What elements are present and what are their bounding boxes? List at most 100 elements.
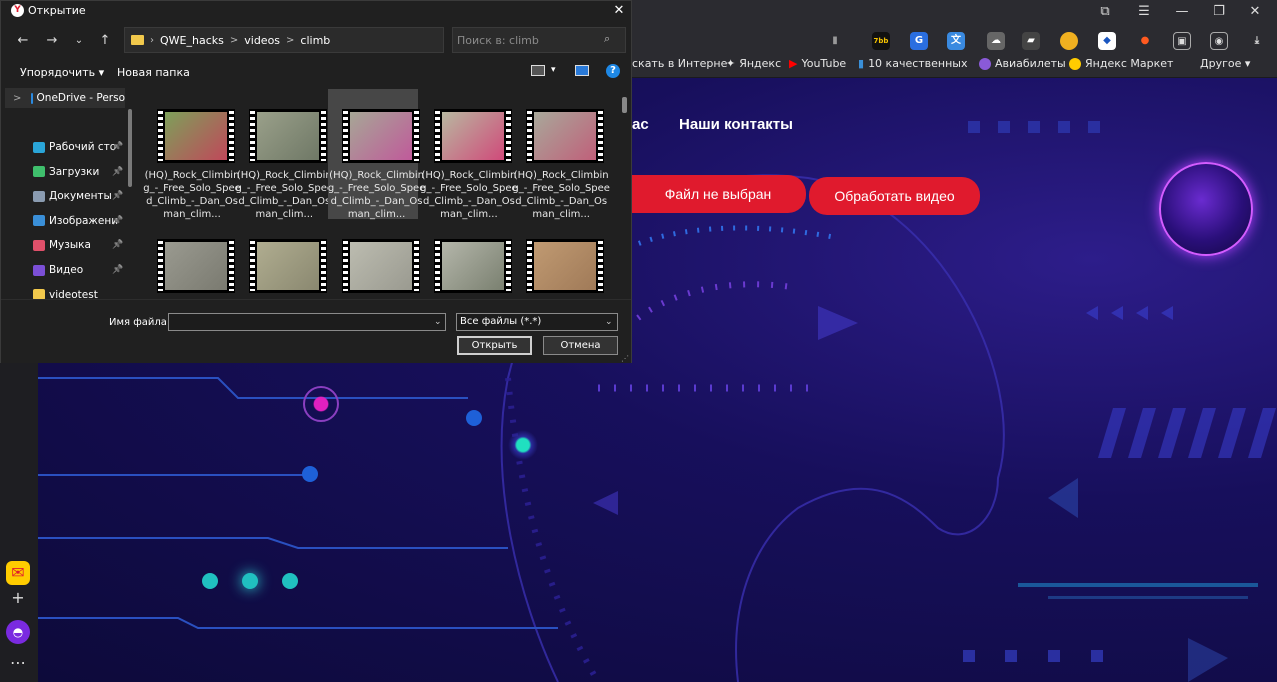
file-name: (HQ)_Rock_Climbing_-_Free_Solo_Speed_Cli…: [512, 170, 610, 220]
node-teal-1: [202, 573, 218, 589]
nav-link-contacts[interactable]: Наши контакты: [679, 116, 793, 133]
cancel-button[interactable]: Отмена: [543, 336, 618, 355]
breadcrumb-climb[interactable]: climb: [300, 34, 330, 47]
thumbnail-image: [349, 112, 412, 160]
breadcrumb-separator: >: [229, 34, 239, 46]
resize-grip-icon[interactable]: ⋰: [621, 354, 629, 363]
brand-orb-logo: [1159, 162, 1253, 256]
bookmark-yandex-market[interactable]: Яндекс Маркет: [1069, 57, 1173, 70]
file-item[interactable]: [328, 219, 420, 299]
breadcrumb-qwe-hacks[interactable]: QWE_hacks: [160, 34, 224, 47]
bookmark-youtube[interactable]: ▶ YouTube: [789, 57, 846, 70]
breadcrumb-videos[interactable]: videos: [244, 34, 280, 47]
pin-icon: 📌: [112, 265, 124, 275]
film-strip-holes: [598, 241, 604, 291]
dialog-titlebar: Y Открытие ✕: [1, 1, 631, 21]
sidebar-item-desktop[interactable]: Рабочий сто 📌: [5, 137, 125, 157]
bookmark-other[interactable]: Другое ▾: [1200, 57, 1250, 70]
mail-icon[interactable]: ✉: [6, 561, 30, 585]
extension-icon-6[interactable]: ◆: [1098, 32, 1116, 50]
extension-icon-1[interactable]: 7bb: [872, 32, 890, 50]
forward-arrow-icon[interactable]: →: [42, 31, 62, 51]
sidebar-item-cloud[interactable]: > OneDrive - Perso: [5, 88, 125, 108]
sidebar-item-folder[interactable]: videotest: [5, 285, 125, 299]
file-grid-scrollbar[interactable]: [622, 97, 627, 113]
open-button[interactable]: Открыть: [457, 336, 532, 355]
extension-icon-7[interactable]: ●: [1136, 32, 1154, 50]
youtube-icon: ▶: [789, 57, 798, 70]
sidebar-item-label: Загрузки: [49, 165, 100, 178]
extension-icon-5[interactable]: [1060, 32, 1078, 50]
close-window-icon[interactable]: ✕: [1237, 2, 1273, 22]
pin-icon: 📌: [112, 142, 124, 152]
translate-icon[interactable]: 文: [947, 32, 965, 50]
alice-icon[interactable]: ◓: [6, 620, 30, 644]
download-icon[interactable]: ⤓: [1248, 32, 1266, 50]
recent-chevron-icon[interactable]: ⌄: [69, 31, 89, 51]
video-thumbnail-icon: [433, 109, 512, 163]
preview-pane-icon[interactable]: [575, 65, 589, 76]
bookmark-star-icon[interactable]: ▮: [826, 32, 844, 50]
nav-link-about[interactable]: ас: [632, 116, 649, 133]
view-mode-icon[interactable]: [531, 65, 545, 76]
file-item[interactable]: (HQ)_Rock_Climbing_-_Free_Solo_Speed_Cli…: [143, 89, 241, 220]
thumbnail-image: [534, 242, 597, 290]
minimize-icon[interactable]: —: [1164, 2, 1200, 22]
view-dropdown-icon[interactable]: ▾: [551, 65, 556, 75]
node-blue: [302, 466, 318, 482]
breadcrumb-separator: >: [286, 34, 295, 46]
extension-icon-8[interactable]: ▣: [1173, 32, 1191, 50]
film-strip-holes: [321, 111, 327, 161]
file-choose-button[interactable]: Файл не выбран: [618, 175, 806, 213]
film-strip-holes: [250, 241, 256, 291]
file-item[interactable]: (HQ)_Rock_Climbing_-_Free_Solo_Speed_Cli…: [512, 89, 610, 220]
film-strip-holes: [505, 241, 511, 291]
chevron-down-icon[interactable]: ⌄: [434, 314, 442, 330]
search-icon[interactable]: ⌕: [604, 32, 610, 46]
address-bar[interactable]: › QWE_hacks > videos > climb ⌄ ↻: [124, 27, 556, 53]
process-video-button[interactable]: Обработать видео: [809, 177, 980, 215]
file-item[interactable]: [143, 219, 235, 299]
back-arrow-icon[interactable]: ←: [13, 31, 33, 51]
file-item[interactable]: [235, 219, 328, 299]
sidebar-item-pictures[interactable]: Изображени 📌: [5, 211, 125, 231]
bookmark-10-quality[interactable]: ▮ 10 качественных: [858, 57, 968, 70]
more-icon[interactable]: ⋯: [6, 651, 30, 675]
extension-icon-4[interactable]: ▰: [1022, 32, 1040, 50]
file-item[interactable]: [420, 219, 512, 299]
file-not-chosen-label: Файл не выбран: [664, 186, 772, 202]
bookmark-yandex[interactable]: ✦ Яндекс: [726, 57, 781, 70]
file-item[interactable]: (HQ)_Rock_Climbing_-_Free_Solo_Speed_Cli…: [420, 89, 518, 220]
up-arrow-icon[interactable]: ↑: [95, 31, 115, 51]
node-teal-3: [282, 573, 298, 589]
new-folder-button[interactable]: Новая папка: [117, 66, 190, 79]
extension-icon-2[interactable]: G: [910, 32, 928, 50]
expand-chevron-icon[interactable]: >: [13, 93, 21, 104]
sidebar-item-music[interactable]: Музыка 📌: [5, 235, 125, 255]
help-icon[interactable]: ?: [606, 64, 620, 78]
extension-icon-3[interactable]: ☁: [987, 32, 1005, 50]
sidebar-item-download[interactable]: Загрузки 📌: [5, 162, 125, 182]
file-item[interactable]: [512, 219, 605, 299]
close-icon[interactable]: ✕: [607, 1, 631, 21]
search-input[interactable]: [457, 32, 597, 48]
file-item[interactable]: (HQ)_Rock_Climbing_-_Free_Solo_Speed_Cli…: [327, 89, 425, 220]
navigation-scrollbar[interactable]: [128, 109, 132, 187]
menu-icon[interactable]: ☰: [1126, 2, 1162, 22]
filename-input[interactable]: [172, 315, 432, 329]
bookmark-search[interactable]: скать в Интерне: [632, 57, 727, 70]
film-strip-holes: [158, 241, 163, 291]
file-name: (HQ)_Rock_Climbing_-_Free_Solo_Speed_Cli…: [235, 170, 334, 220]
bookmark-aviatickets[interactable]: Авиабилеты: [979, 57, 1066, 70]
add-panel-button[interactable]: +: [6, 586, 30, 610]
filetype-select[interactable]: Все файлы (*.*) ⌄: [456, 313, 618, 331]
sidebar-item-video[interactable]: Видео 📌: [5, 260, 125, 280]
sidebar-item-documents[interactable]: Документы 📌: [5, 186, 125, 206]
video-thumbnail-icon: [526, 239, 605, 293]
maximize-icon[interactable]: ❐: [1201, 2, 1237, 22]
extension-icon-9[interactable]: ◉: [1210, 32, 1228, 50]
tabs-icon[interactable]: ⧉: [1087, 2, 1123, 22]
organize-menu[interactable]: Упорядочить ▾: [20, 66, 104, 79]
file-open-dialog: Y Открытие ✕ ← → ⌄ ↑ › QWE_hacks > video…: [0, 0, 632, 363]
file-item[interactable]: (HQ)_Rock_Climbing_-_Free_Solo_Speed_Cli…: [235, 89, 333, 220]
